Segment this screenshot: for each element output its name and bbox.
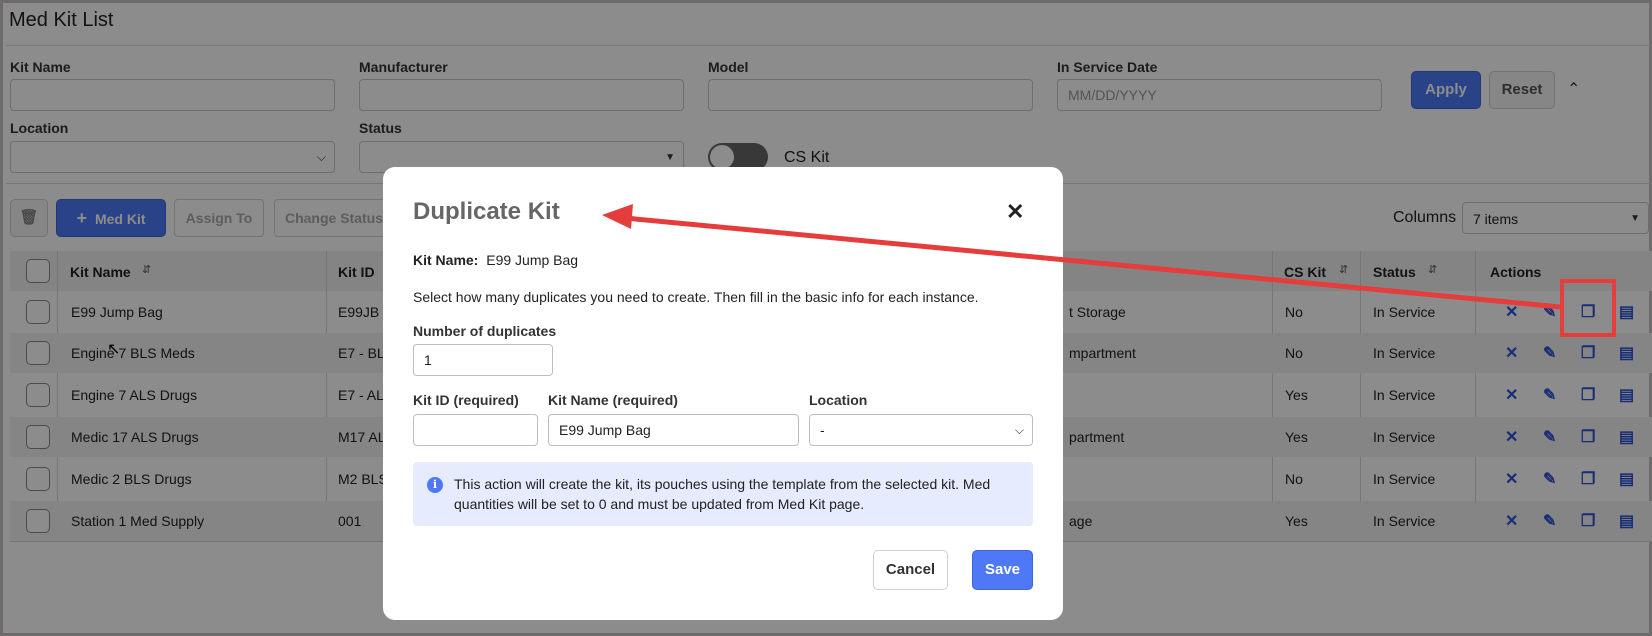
- annotation-arrow-icon: [602, 204, 1563, 310]
